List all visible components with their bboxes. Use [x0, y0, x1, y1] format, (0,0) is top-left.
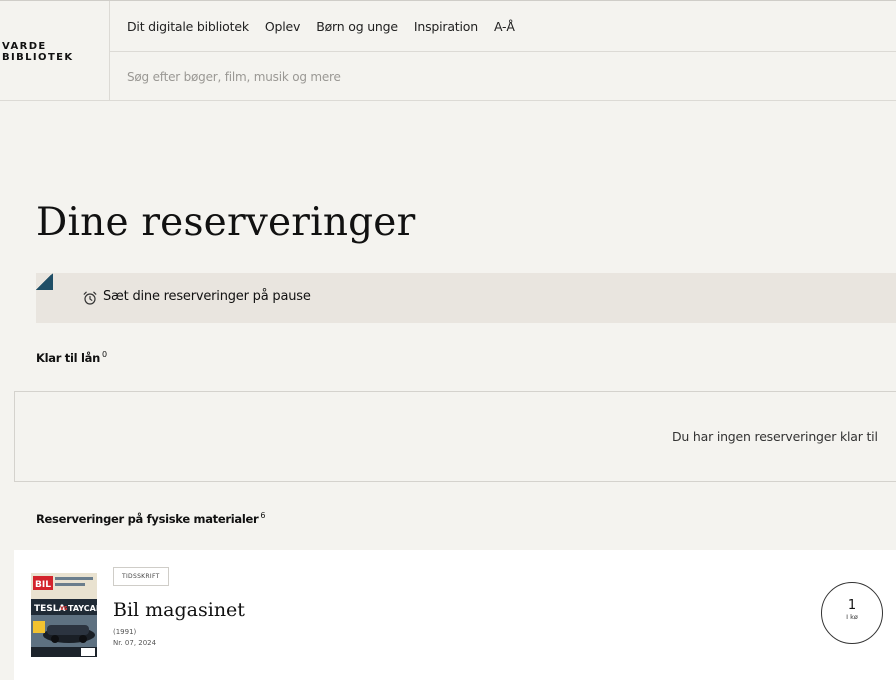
- alarm-clock-icon: [83, 291, 97, 305]
- queue-number: 1: [847, 598, 857, 613]
- nav-inspiration[interactable]: Inspiration: [414, 19, 478, 34]
- cover-illustration: BIL TESLA VS TAYCAN: [31, 573, 97, 657]
- material-issue: Nr. 07, 2024: [113, 639, 157, 647]
- ready-section-title: Klar til lån 0: [36, 350, 107, 365]
- logo-line-1: VARDE: [2, 41, 47, 52]
- queue-label: I kø: [846, 613, 858, 621]
- logo-line-2: BIBLIOTEK: [2, 52, 74, 63]
- material-title[interactable]: Bil magasinet: [113, 599, 245, 621]
- page-title: Dine reserveringer: [36, 200, 416, 245]
- ready-empty-state: Du har ingen reserveringer klar til: [14, 391, 896, 482]
- nav-children-youth[interactable]: Børn og unge: [316, 19, 398, 34]
- nav-a-z[interactable]: A-Å: [494, 19, 515, 34]
- corner-accent: [36, 273, 53, 290]
- pause-label: Sæt dine reserveringer på pause: [103, 289, 311, 304]
- reservation-card[interactable]: BIL TESLA VS TAYCAN TIDSSKRIFT Bil magas…: [14, 550, 896, 680]
- search-input[interactable]: [127, 69, 727, 84]
- search-bar: [110, 52, 896, 101]
- cover-headline-vs: VS: [60, 606, 68, 612]
- main-navigation: Dit digitale bibliotek Oplev Børn og ung…: [110, 1, 896, 52]
- material-year: (1991): [113, 628, 137, 636]
- site-header: VARDE BIBLIOTEK Dit digitale bibliotek O…: [0, 0, 896, 101]
- library-logo[interactable]: VARDE BIBLIOTEK: [0, 1, 110, 101]
- physical-title-text: Reserveringer på fysiske materialer: [36, 511, 259, 526]
- material-type-badge: TIDSSKRIFT: [113, 567, 169, 586]
- ready-count: 0: [101, 350, 107, 359]
- empty-message: Du har ingen reserveringer klar til: [672, 429, 878, 444]
- physical-count: 6: [260, 511, 266, 520]
- nav-digital-library[interactable]: Dit digitale bibliotek: [127, 19, 249, 34]
- pause-reservations-button[interactable]: Sæt dine reserveringer på pause: [36, 273, 896, 323]
- physical-section-title: Reserveringer på fysiske materialer 6: [36, 511, 265, 526]
- nav-oplev[interactable]: Oplev: [265, 19, 301, 34]
- magazine-cover-image[interactable]: BIL TESLA VS TAYCAN: [31, 573, 97, 657]
- queue-status: 1 I kø: [821, 582, 883, 644]
- cover-brand: BIL: [35, 580, 51, 590]
- cover-headline-right: TAYCAN: [68, 604, 97, 613]
- ready-title-text: Klar til lån: [36, 350, 100, 365]
